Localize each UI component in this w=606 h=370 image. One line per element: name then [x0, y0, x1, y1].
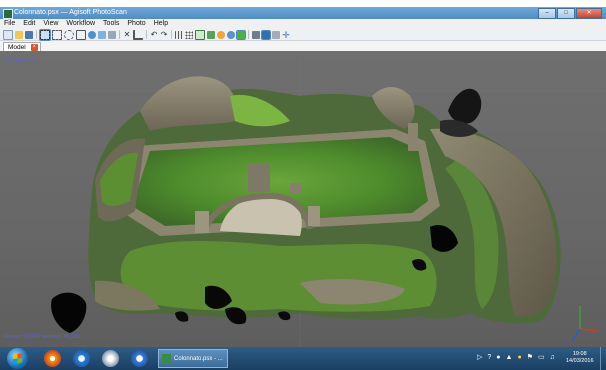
viewport-label: Perspective [5, 58, 37, 64]
mesh-hole [51, 292, 87, 333]
rectangle-select-icon[interactable] [39, 28, 51, 41]
save-icon[interactable] [25, 30, 33, 39]
tab-model-label: Model [8, 44, 26, 51]
window-controls: – □ ✕ [538, 8, 602, 19]
monitor-icon[interactable]: ▭ [538, 353, 545, 361]
axis-gizmo [571, 306, 599, 342]
reset-view-icon[interactable] [261, 29, 271, 40]
cameras-icon[interactable] [252, 30, 260, 39]
menu-view[interactable]: View [39, 19, 62, 29]
toolbar-separator [36, 30, 37, 39]
clock-time: 19:08 [572, 351, 587, 357]
toolbar-separator [146, 30, 147, 39]
window-title: Colonnato.psx — Agisoft PhotoScan [14, 9, 127, 16]
toolbar-separator [119, 30, 120, 39]
photoscan-window: Colonnato.psx — Agisoft PhotoScan – □ ✕ … [0, 0, 606, 370]
maximize-button[interactable]: □ [557, 8, 575, 19]
wireframe-icon[interactable] [195, 29, 205, 40]
undo-icon[interactable]: ↶ [150, 30, 158, 39]
ruler-icon[interactable]: ✛ [282, 30, 290, 39]
taskbar-item-label: Colonnato.psx - ... [174, 356, 223, 362]
toolbar: ✕ ↶ ↷ ✛ [0, 28, 606, 41]
shaded-icon[interactable] [217, 30, 225, 39]
tray-icon[interactable]: ▷ [477, 353, 482, 361]
notification-icon[interactable]: ● [517, 354, 521, 361]
solid-icon[interactable] [207, 30, 215, 39]
title-bar: Colonnato.psx — Agisoft PhotoScan – □ ✕ [0, 7, 606, 19]
new-icon[interactable] [3, 29, 13, 40]
menu-photo[interactable]: Photo [123, 19, 149, 29]
network-icon[interactable]: ● [496, 354, 500, 361]
help-icon[interactable]: ? [487, 354, 491, 361]
clock[interactable]: 19:08 14/03/2016 [566, 351, 594, 365]
textured-model-render [0, 51, 606, 347]
model-viewport[interactable]: Perspective Faces: 90,000 vertices: 45,2… [0, 51, 606, 347]
grid-icon[interactable] [175, 30, 183, 39]
central-ruin [248, 164, 270, 192]
rotate-region-icon[interactable] [88, 30, 96, 39]
toolbar-separator [248, 30, 249, 39]
right-pillar [408, 123, 418, 151]
media-player-icon[interactable] [102, 350, 119, 367]
delete-icon[interactable]: ✕ [123, 30, 131, 39]
circle-select-icon[interactable] [64, 29, 74, 40]
navigation-icon[interactable] [108, 30, 116, 39]
clock-date: 14/03/2016 [566, 358, 594, 364]
lower-vegetation [120, 241, 437, 312]
rotate-object-icon[interactable] [98, 30, 106, 39]
upper-left-outcrop [140, 76, 237, 131]
textured-icon[interactable] [227, 30, 235, 39]
resize-region-icon[interactable] [76, 29, 86, 40]
column-left [195, 211, 209, 233]
points-icon[interactable] [185, 30, 193, 39]
system-tray: ▷ ? ● ▲ ● ⚑ ▭ ♫ [477, 353, 555, 362]
menu-workflow[interactable]: Workflow [62, 19, 99, 29]
start-button[interactable] [7, 348, 28, 369]
mesh-stats: Faces: 90,000 vertices: 45,293 [5, 334, 81, 340]
app-shortcut-icon[interactable] [131, 350, 148, 367]
chrome-icon[interactable] [44, 350, 61, 367]
open-icon[interactable] [15, 30, 23, 39]
tab-close-icon[interactable]: × [30, 44, 38, 51]
menu-tools[interactable]: Tools [99, 19, 123, 29]
ruin-block [290, 183, 302, 193]
browser-icon[interactable] [73, 350, 90, 367]
taskbar: Colonnato.psx - ... ▷ ? ● ▲ ● ⚑ ▭ ♫ 19:0… [0, 347, 606, 370]
toolbar-separator [171, 30, 172, 39]
taskbar-item-photoscan[interactable]: Colonnato.psx - ... [158, 349, 228, 368]
redo-icon[interactable]: ↷ [160, 30, 168, 39]
crop-icon[interactable] [133, 29, 143, 40]
show-hidden-icon[interactable]: ▲ [506, 354, 513, 361]
show-desktop-button[interactable] [600, 347, 606, 370]
app-icon [3, 9, 13, 19]
menu-help[interactable]: Help [150, 19, 172, 29]
free-select-icon[interactable] [52, 29, 62, 40]
dark-mesh-artifact [448, 88, 482, 124]
flag-icon[interactable]: ⚑ [527, 353, 533, 361]
menu-edit[interactable]: Edit [19, 19, 39, 29]
orthographic-icon[interactable] [272, 30, 280, 39]
menu-bar: File Edit View Workflow Tools Photo Help [0, 19, 606, 29]
close-button[interactable]: ✕ [576, 8, 602, 19]
menu-file[interactable]: File [0, 19, 19, 29]
windows-logo-icon [13, 353, 22, 364]
photoscan-icon [162, 354, 171, 363]
model-icon[interactable] [236, 29, 246, 40]
volume-icon[interactable]: ♫ [550, 354, 555, 361]
minimize-button[interactable]: – [538, 8, 556, 19]
column-right [308, 206, 320, 226]
